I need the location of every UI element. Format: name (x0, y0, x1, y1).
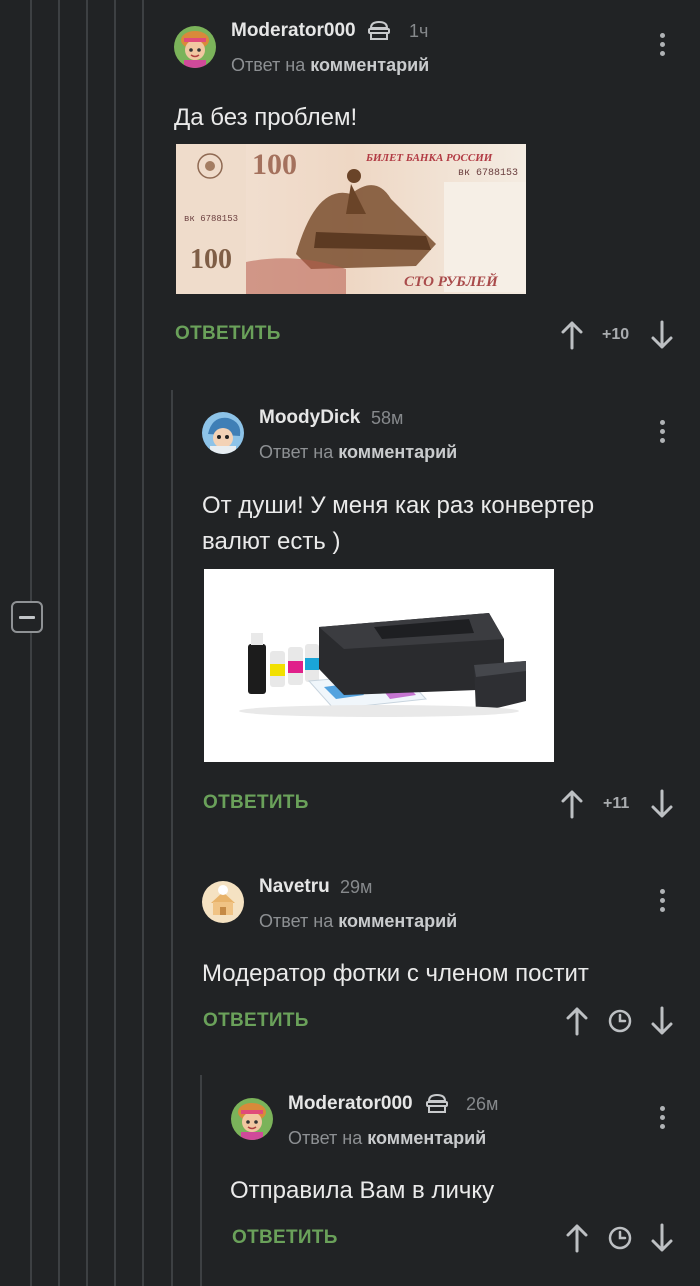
more-options-icon[interactable] (650, 1106, 674, 1136)
reply-to-link[interactable]: Ответ на комментарий (231, 55, 429, 76)
comment-time: 29м (340, 877, 373, 897)
comment-time: 26м (466, 1094, 499, 1114)
clock-icon (608, 1009, 632, 1033)
clock-icon (608, 1226, 632, 1250)
avatar[interactable] (231, 1098, 273, 1140)
reply-to-prefix: Ответ на (231, 55, 306, 75)
banknote-denomination-bottom: 100 (190, 244, 232, 275)
reply-button[interactable]: ОТВЕТИТЬ (203, 1010, 309, 1032)
comment-time: 58м (371, 408, 404, 428)
avatar[interactable] (202, 881, 244, 923)
more-options-icon[interactable] (650, 889, 674, 919)
thread-line (58, 0, 60, 1286)
reply-to-target[interactable]: комментарий (338, 442, 457, 462)
upvote-icon[interactable] (560, 320, 584, 350)
moderator-badge-icon (426, 1093, 448, 1113)
downvote-icon[interactable] (650, 1223, 674, 1253)
reply-to-target[interactable]: комментарий (338, 911, 457, 931)
thread-line (200, 1075, 202, 1286)
rating-count: +10 (602, 326, 630, 343)
thread-line (114, 0, 116, 1286)
banknote-image[interactable]: БИЛЕТ БАНКА РОССИИ 100 100 вк 6788153 вк… (176, 144, 526, 294)
reply-to-link[interactable]: Ответ на комментарий (259, 911, 457, 932)
reply-to-target[interactable]: комментарий (310, 55, 429, 75)
thread-line (30, 633, 32, 1286)
collapse-thread-button[interactable] (11, 601, 43, 633)
username[interactable]: Navetru (259, 876, 330, 898)
thread-line (142, 0, 144, 1286)
banknote-serial-left: вк 6788153 (184, 214, 239, 224)
printer-image[interactable] (204, 569, 554, 762)
comment-text: Да без проблем! (174, 104, 358, 131)
reply-to-prefix: Ответ на (259, 442, 334, 462)
avatar[interactable] (174, 26, 216, 68)
upvote-icon[interactable] (565, 1223, 589, 1253)
more-options-icon[interactable] (650, 33, 674, 63)
reply-to-link[interactable]: Ответ на комментарий (259, 442, 457, 463)
thread-line (86, 0, 88, 1286)
banknote-header: БИЛЕТ БАНКА РОССИИ (366, 152, 493, 164)
comment-time: 1ч (409, 21, 429, 41)
downvote-icon[interactable] (650, 320, 674, 350)
comment-text: Модератор фотки с членом постит (202, 960, 589, 987)
banknote-serial: вк 6788153 (458, 168, 519, 179)
reply-button[interactable]: ОТВЕТИТЬ (203, 792, 309, 814)
upvote-icon[interactable] (560, 789, 584, 819)
downvote-icon[interactable] (650, 789, 674, 819)
username[interactable]: Moderator000 (288, 1093, 413, 1115)
upvote-icon[interactable] (565, 1006, 589, 1036)
reply-button[interactable]: ОТВЕТИТЬ (175, 323, 281, 345)
more-options-icon[interactable] (650, 420, 674, 450)
reply-to-link[interactable]: Ответ на комментарий (288, 1128, 486, 1149)
username[interactable]: Moderator000 (231, 20, 356, 42)
banknote-words: СТО РУБЛЕЙ (404, 274, 498, 290)
moderator-badge-icon (368, 20, 390, 40)
avatar[interactable] (202, 412, 244, 454)
banknote-denomination: 100 (252, 148, 297, 181)
rating-count: +11 (603, 795, 630, 812)
thread-line (171, 390, 173, 1286)
reply-to-prefix: Ответ на (259, 911, 334, 931)
reply-to-prefix: Ответ на (288, 1128, 363, 1148)
downvote-icon[interactable] (650, 1006, 674, 1036)
username[interactable]: MoodyDick (259, 407, 360, 429)
minus-icon (19, 615, 35, 619)
thread-line (30, 0, 32, 601)
comment-text: От души! У меня как раз конвертер валют … (202, 492, 595, 555)
reply-button[interactable]: ОТВЕТИТЬ (232, 1227, 338, 1249)
comment-text: Отправила Вам в личку (230, 1177, 495, 1204)
reply-to-target[interactable]: комментарий (367, 1128, 486, 1148)
